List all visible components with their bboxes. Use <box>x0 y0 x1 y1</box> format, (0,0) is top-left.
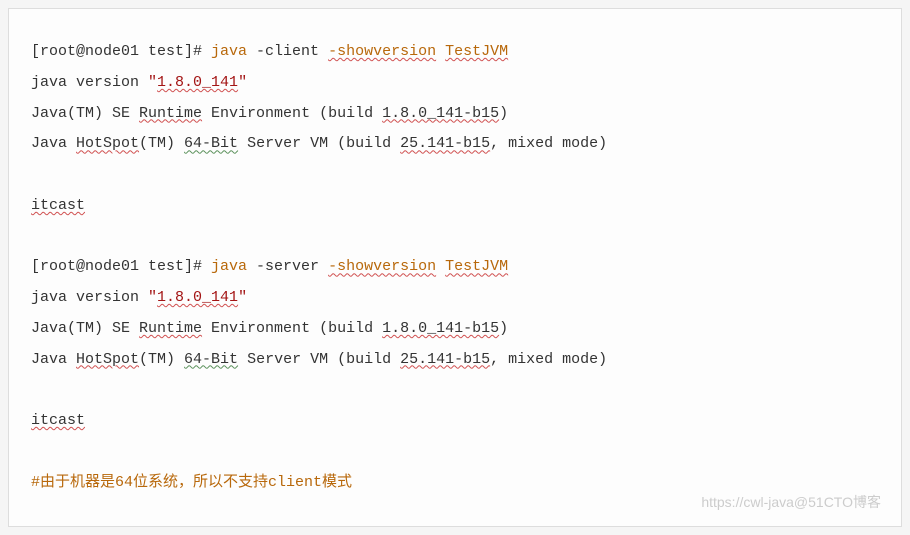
cmd-line-2: [root@node01 test]# java -server -showve… <box>31 252 879 283</box>
cmd-java: java <box>211 43 247 60</box>
text: Java <box>31 135 76 152</box>
hotspot-line-2: Java HotSpot(TM) 64-Bit Server VM (build… <box>31 345 879 376</box>
bit-word: 64-Bit <box>184 135 238 152</box>
flag-showversion: -showversion <box>328 43 436 60</box>
text: ) <box>499 105 508 122</box>
text: (TM) <box>139 135 184 152</box>
shell-prompt: [root@node01 test]# <box>31 43 211 60</box>
arg-testjvm: TestJVM <box>445 43 508 60</box>
quote-close: " <box>238 74 247 91</box>
bit-word: 64-Bit <box>184 351 238 368</box>
text: Java(TM) SE <box>31 320 139 337</box>
flag-client: -client <box>247 43 328 60</box>
shell-prompt: [root@node01 test]# <box>31 258 211 275</box>
itcast-text: itcast <box>31 197 85 214</box>
blank-line <box>31 437 879 468</box>
blank-line <box>31 160 879 191</box>
hotspot-line-1: Java HotSpot(TM) 64-Bit Server VM (build… <box>31 129 879 160</box>
code-block: [root@node01 test]# java -client -showve… <box>8 8 902 527</box>
text: , mixed mode) <box>490 135 607 152</box>
version-string: 1.8.0_141 <box>157 289 238 306</box>
text: Java(TM) SE <box>31 105 139 122</box>
runtime-word: Runtime <box>139 105 202 122</box>
output-itcast-1: itcast <box>31 191 879 222</box>
version-string: 1.8.0_141 <box>157 74 238 91</box>
hotspot-word: HotSpot <box>76 135 139 152</box>
output-itcast-2: itcast <box>31 406 879 437</box>
flag-server: -server <box>247 258 328 275</box>
quote-open: " <box>148 289 157 306</box>
flag-showversion: -showversion <box>328 258 436 275</box>
quote-open: " <box>148 74 157 91</box>
text: Server VM (build <box>238 135 400 152</box>
space <box>436 43 445 60</box>
build-num: 25.141-b15 <box>400 351 490 368</box>
blank-line <box>31 375 879 406</box>
build-num: 1.8.0_141-b15 <box>382 105 499 122</box>
space <box>436 258 445 275</box>
runtime-line-2: Java(TM) SE Runtime Environment (build 1… <box>31 314 879 345</box>
version-line-2: java version "1.8.0_141" <box>31 283 879 314</box>
build-num: 1.8.0_141-b15 <box>382 320 499 337</box>
text: ) <box>499 320 508 337</box>
quote-close: " <box>238 289 247 306</box>
text: Server VM (build <box>238 351 400 368</box>
text: Environment (build <box>202 105 382 122</box>
text: (TM) <box>139 351 184 368</box>
text: Environment (build <box>202 320 382 337</box>
itcast-text: itcast <box>31 412 85 429</box>
runtime-line-1: Java(TM) SE Runtime Environment (build 1… <box>31 99 879 130</box>
blank-line <box>31 222 879 253</box>
version-line-1: java version "1.8.0_141" <box>31 68 879 99</box>
text: java version <box>31 74 148 91</box>
build-num: 25.141-b15 <box>400 135 490 152</box>
arg-testjvm: TestJVM <box>445 258 508 275</box>
hotspot-word: HotSpot <box>76 351 139 368</box>
text: , mixed mode) <box>490 351 607 368</box>
text: java version <box>31 289 148 306</box>
cmd-java: java <box>211 258 247 275</box>
text: Java <box>31 351 76 368</box>
cmd-line-1: [root@node01 test]# java -client -showve… <box>31 37 879 68</box>
runtime-word: Runtime <box>139 320 202 337</box>
watermark-text: https://cwl-java@51CTO博客 <box>701 488 881 517</box>
